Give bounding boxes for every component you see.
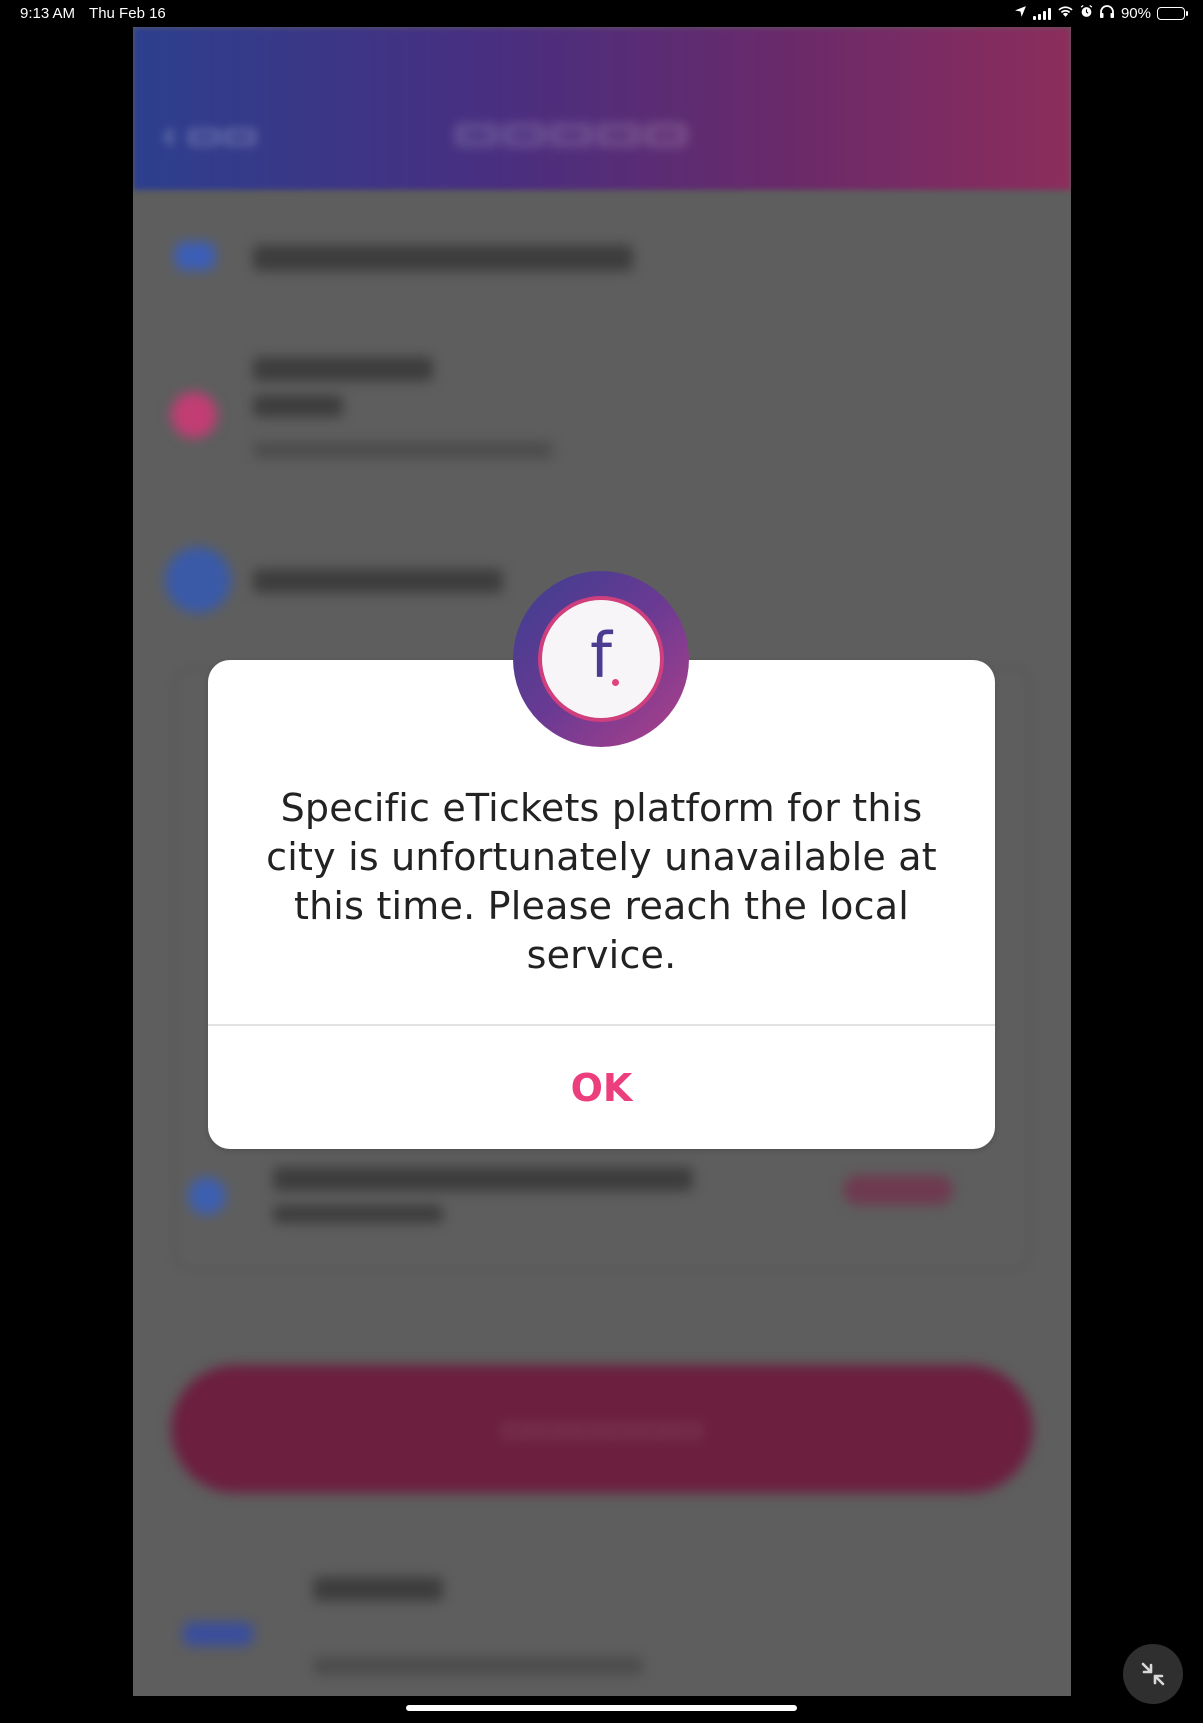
- status-date: Thu Feb 16: [89, 5, 166, 22]
- ok-button[interactable]: OK: [208, 1026, 995, 1149]
- purchase-button-blurred: ▭▭▭▭▭▭: [171, 1365, 1033, 1493]
- location-icon: [1014, 5, 1027, 22]
- app-logo: f: [513, 571, 689, 747]
- app-header: ‹ ▭▭ ▭▭▭▭▭: [133, 27, 1071, 190]
- blurred-row: [163, 347, 1041, 497]
- wifi-icon: [1057, 5, 1074, 22]
- battery-percent: 90%: [1120, 5, 1151, 22]
- header-title-blurred: ▭▭▭▭▭: [453, 103, 690, 159]
- status-time: 9:13 AM: [20, 5, 76, 22]
- screen: 9:13 AM Thu Feb 16 90% ‹ ▭▭ ▭▭▭▭▭ ▭▭▭▭▭▭…: [0, 0, 1203, 1723]
- status-bar: 9:13 AM Thu Feb 16 90%: [0, 0, 1203, 28]
- app-logo-dot: [612, 679, 619, 686]
- blurred-row: [163, 1567, 1041, 1687]
- signal-icon: [1032, 7, 1051, 20]
- battery-icon: [1157, 7, 1188, 20]
- blurred-row: [163, 1157, 1041, 1237]
- status-right: 90%: [1014, 5, 1188, 22]
- dialog-message: Specific eTickets platform for this city…: [266, 786, 937, 977]
- collapse-arrows-icon: [1141, 1662, 1165, 1686]
- app-logo-inner: f: [542, 600, 660, 718]
- blurred-row: [163, 227, 1041, 297]
- back-button-blurred: ‹ ▭▭: [163, 114, 259, 156]
- status-left: 9:13 AM Thu Feb 16: [20, 5, 166, 22]
- app-logo-letter: f: [590, 619, 612, 692]
- collapse-button[interactable]: [1123, 1644, 1183, 1704]
- headphones-icon: [1099, 5, 1115, 22]
- alarm-icon: [1080, 5, 1093, 22]
- home-indicator[interactable]: [406, 1705, 797, 1711]
